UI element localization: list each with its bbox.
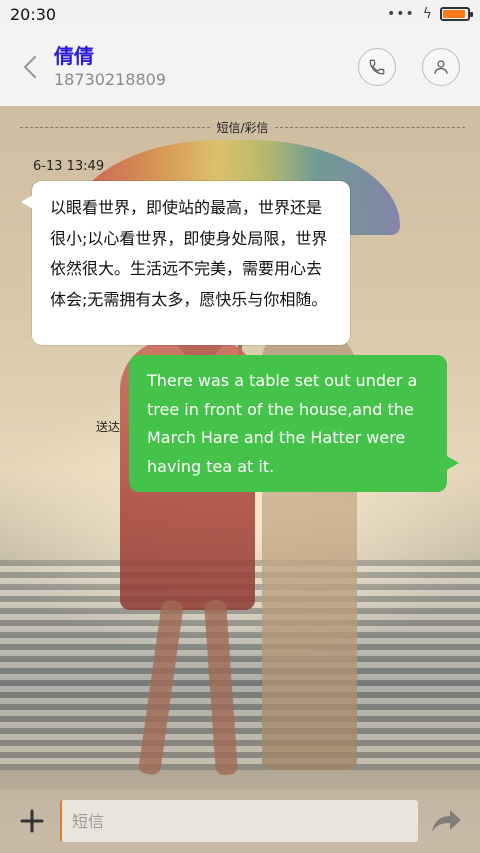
contact-info[interactable]: 倩倩 18730218809	[54, 43, 332, 91]
message-timestamp: 6-13 13:49	[33, 159, 105, 174]
status-bar: 20:30 ••• ϟ	[0, 0, 480, 28]
status-icons: ••• ϟ	[386, 6, 473, 22]
battery-icon	[440, 7, 473, 21]
back-button[interactable]	[20, 52, 40, 82]
message-composer	[0, 789, 480, 853]
contact-name: 倩倩	[54, 44, 94, 68]
contact-number: 18730218809	[54, 70, 166, 89]
delivery-status: 送达	[96, 420, 121, 434]
divider-line	[274, 126, 466, 128]
add-attachment-button[interactable]	[16, 805, 48, 837]
send-arrow-icon	[432, 810, 461, 832]
send-button[interactable]	[428, 805, 464, 837]
outgoing-message-bubble[interactable]: There was a table set out under a tree i…	[129, 355, 459, 492]
incoming-message-bubble[interactable]: 以眼看世界，即使站的最高，世界还是很小;以心看世界，即使身处局限，世界依然很大。…	[21, 181, 350, 345]
charging-bolt-icon: ϟ	[422, 6, 432, 22]
contact-profile-button[interactable]	[422, 48, 460, 86]
channel-divider: 短信/彩信	[20, 117, 466, 137]
divider-line	[20, 126, 211, 128]
person-icon	[434, 60, 448, 74]
chevron-left-icon	[23, 55, 37, 79]
channel-label: 短信/彩信	[216, 120, 269, 135]
call-button[interactable]	[358, 48, 396, 86]
conversation-header: 倩倩 18730218809	[0, 28, 480, 106]
phone-icon	[369, 59, 385, 75]
plus-icon	[20, 809, 44, 833]
dots-icon: •••	[386, 6, 415, 22]
battery-level	[443, 10, 465, 18]
sms-input[interactable]	[60, 800, 418, 842]
status-time: 20:30	[10, 4, 57, 24]
